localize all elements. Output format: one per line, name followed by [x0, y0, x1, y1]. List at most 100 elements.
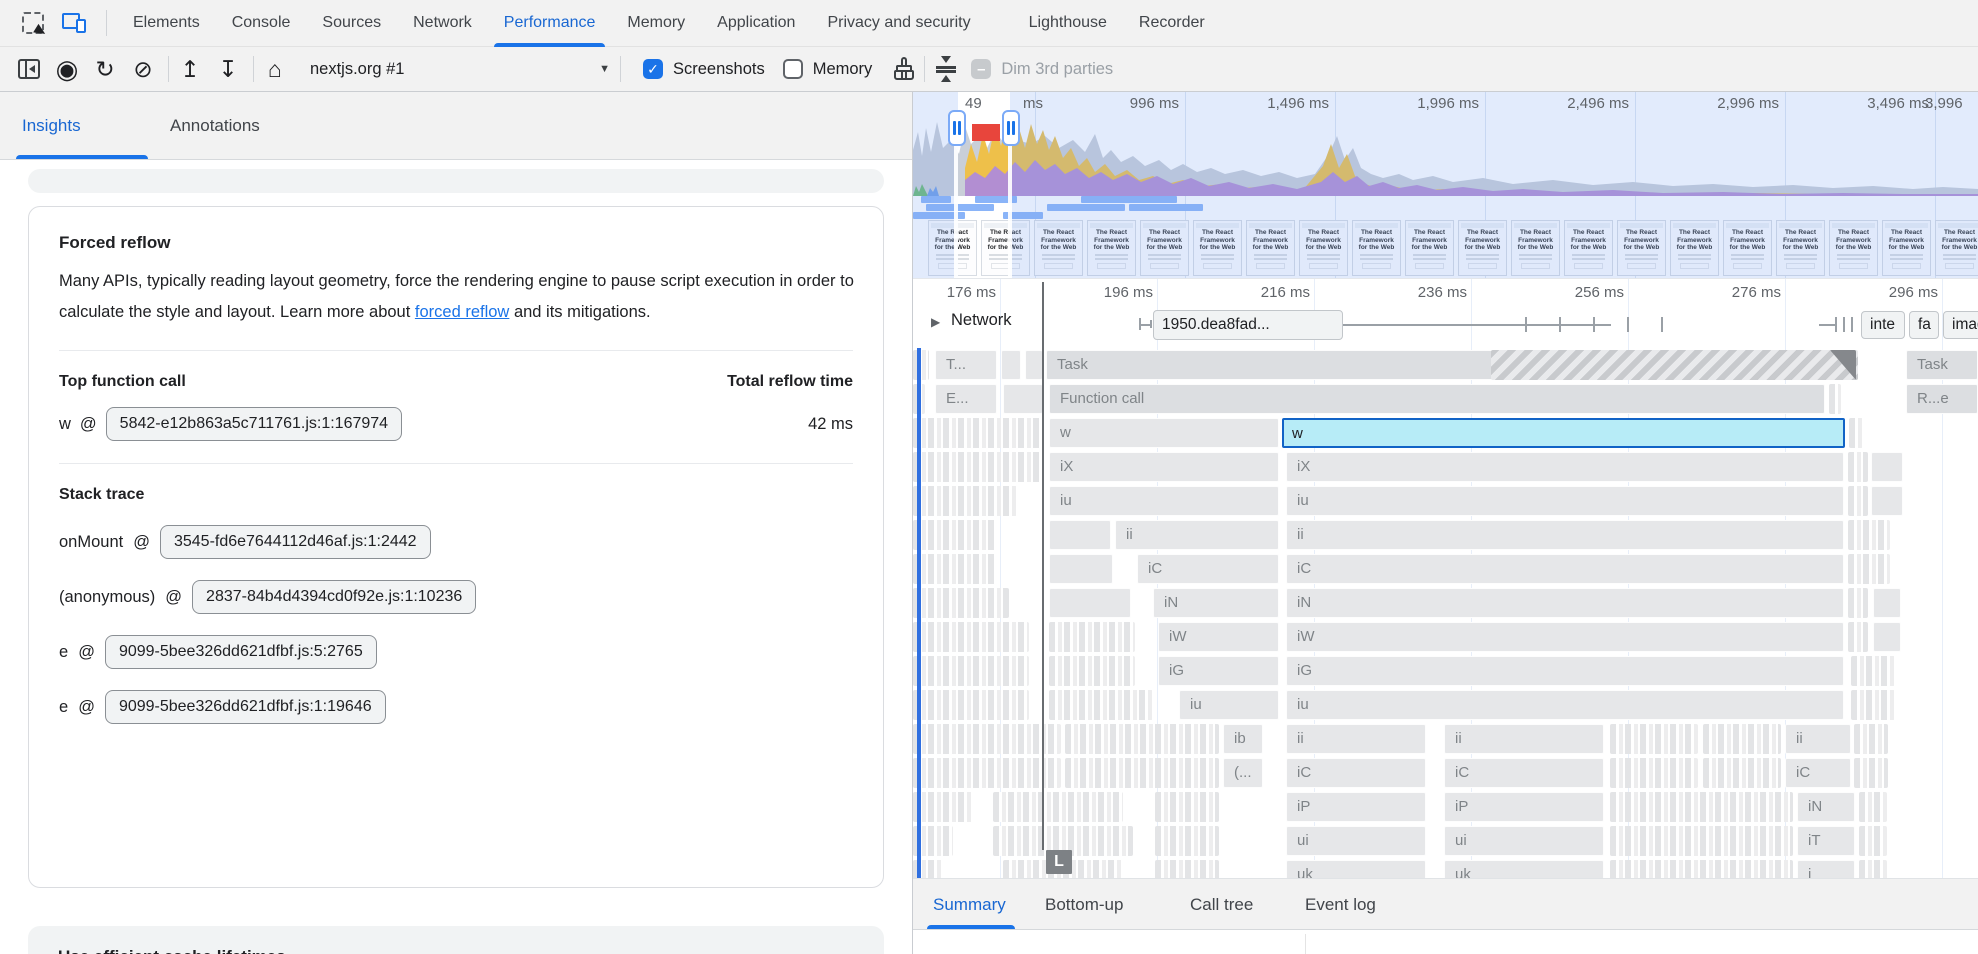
flame-block[interactable]: w: [1049, 418, 1279, 448]
tab-performance[interactable]: Performance: [488, 0, 612, 47]
flame-block[interactable]: [1871, 452, 1903, 482]
flame-block[interactable]: (...: [1223, 758, 1263, 788]
flame-block[interactable]: [1001, 350, 1021, 380]
live-metrics-home-button[interactable]: ⌂: [258, 52, 292, 86]
tab-application[interactable]: Application: [701, 0, 811, 47]
load-event-marker[interactable]: L: [1046, 850, 1072, 874]
tab-elements[interactable]: Elements: [117, 0, 216, 47]
flame-block[interactable]: iP: [1286, 792, 1426, 822]
network-request-chip[interactable]: inte: [1861, 311, 1905, 339]
flame-block[interactable]: iC: [1444, 758, 1604, 788]
source-location-link[interactable]: 9099-5bee326dd621dfbf.js:5:2765: [105, 635, 377, 669]
flame-block[interactable]: iX: [1049, 452, 1279, 482]
insight-card-partial[interactable]: [28, 169, 884, 193]
flame-block[interactable]: ui: [1286, 826, 1426, 856]
network-request-chip[interactable]: fa: [1909, 311, 1939, 339]
upload-profile-button[interactable]: ↥: [173, 52, 207, 86]
disclosure-triangle-icon[interactable]: ▶: [931, 315, 940, 329]
flame-block[interactable]: [1873, 622, 1901, 652]
flame-block[interactable]: [1049, 554, 1113, 584]
flame-block[interactable]: ii: [1444, 724, 1604, 754]
flame-block[interactable]: iP: [1444, 792, 1604, 822]
cache-lifetimes-card[interactable]: Use efficient cache lifetimes: [28, 926, 884, 954]
profile-select[interactable]: nextjs.org #1 ▼: [310, 60, 610, 79]
tab-lighthouse[interactable]: Lighthouse: [1013, 0, 1123, 47]
tab-privacy-and-security[interactable]: Privacy and security: [811, 0, 986, 47]
flame-block[interactable]: iC: [1286, 554, 1844, 584]
flame-block[interactable]: T...: [935, 350, 997, 380]
network-track[interactable]: ▶ Network 1950.dea8fad... inte fa image: [913, 308, 1978, 342]
flame-block[interactable]: Task: [1906, 350, 1978, 380]
network-request-chip[interactable]: image: [1943, 311, 1978, 339]
download-profile-button[interactable]: ↧: [211, 52, 245, 86]
flame-block[interactable]: ii: [1286, 520, 1844, 550]
flame-block[interactable]: iG: [1158, 656, 1279, 686]
network-request-chip[interactable]: 1950.dea8fad...: [1153, 310, 1343, 340]
flame-block[interactable]: R...e: [1906, 384, 1978, 414]
shrink-rows-icon[interactable]: [935, 56, 957, 82]
flame-block[interactable]: iX: [1286, 452, 1844, 482]
tab-console[interactable]: Console: [216, 0, 307, 47]
tab-event-log[interactable]: Event log: [1305, 879, 1376, 931]
memory-checkbox[interactable]: Memory: [783, 59, 873, 79]
flame-block[interactable]: E...: [935, 384, 997, 414]
flame-block[interactable]: [1049, 520, 1111, 550]
flame-chart[interactable]: T...TaskTaskE...Function callR...ewwiXiX…: [913, 348, 1978, 878]
flame-block[interactable]: iu: [1049, 486, 1279, 516]
clear-button[interactable]: ⊘: [126, 52, 160, 86]
flame-block[interactable]: ui: [1444, 826, 1604, 856]
flame-block[interactable]: iu: [1286, 690, 1844, 720]
source-location-link[interactable]: 2837-84b4d4394cd0f92e.js:1:10236: [192, 580, 476, 614]
tab-summary[interactable]: Summary: [933, 879, 1006, 931]
flame-block[interactable]: ii: [1785, 724, 1851, 754]
tab-recorder[interactable]: Recorder: [1123, 0, 1221, 47]
collect-garbage-icon[interactable]: [892, 57, 916, 81]
tab-sources[interactable]: Sources: [306, 0, 397, 47]
flame-block[interactable]: iT: [1797, 826, 1855, 856]
flame-block-selected[interactable]: w: [1282, 418, 1845, 448]
forced-reflow-link[interactable]: forced reflow: [415, 303, 509, 321]
flame-block[interactable]: iW: [1286, 622, 1844, 652]
inspect-element-icon[interactable]: [22, 12, 44, 34]
flame-block[interactable]: iN: [1286, 588, 1844, 618]
flame-block[interactable]: [1003, 384, 1043, 414]
record-button[interactable]: ◉: [50, 52, 84, 86]
tab-memory[interactable]: Memory: [611, 0, 701, 47]
source-location-link[interactable]: 5842-e12b863a5c711761.js:1:167974: [106, 407, 402, 441]
flame-block[interactable]: ib: [1223, 724, 1263, 754]
selection-handle-right[interactable]: [1002, 110, 1020, 146]
flame-block[interactable]: [1873, 588, 1901, 618]
flame-block[interactable]: i: [1797, 860, 1855, 878]
source-location-link[interactable]: 3545-fd6e7644112d46af.js:1:2442: [160, 525, 431, 559]
flame-block[interactable]: iC: [1137, 554, 1279, 584]
tab-call-tree[interactable]: Call tree: [1190, 879, 1253, 931]
flame-block-hatched[interactable]: [1491, 350, 1858, 380]
flame-block[interactable]: uk: [1286, 860, 1426, 878]
tab-insights[interactable]: Insights: [22, 92, 81, 160]
flame-block[interactable]: iu: [1286, 486, 1844, 516]
flame-block[interactable]: uk: [1444, 860, 1604, 878]
flame-block[interactable]: ii: [1115, 520, 1279, 550]
selection-handle-left[interactable]: [948, 110, 966, 146]
flame-block[interactable]: iN: [1153, 588, 1279, 618]
flame-block[interactable]: iG: [1286, 656, 1844, 686]
flame-block[interactable]: ii: [1286, 724, 1426, 754]
flame-block[interactable]: iC: [1286, 758, 1426, 788]
flame-block[interactable]: iW: [1158, 622, 1279, 652]
toggle-sidebar-button[interactable]: [12, 52, 46, 86]
reload-and-record-button[interactable]: ↻: [88, 52, 122, 86]
flame-block[interactable]: iu: [1179, 690, 1279, 720]
dim-3rd-parties-checkbox[interactable]: – Dim 3rd parties: [971, 59, 1113, 79]
tab-annotations[interactable]: Annotations: [170, 92, 260, 160]
source-location-link[interactable]: 9099-5bee326dd621dfbf.js:1:19646: [105, 690, 386, 724]
flame-block[interactable]: [1871, 486, 1903, 516]
device-toolbar-icon[interactable]: [62, 13, 86, 33]
tab-bottom-up[interactable]: Bottom-up: [1045, 879, 1123, 931]
screenshots-checkbox[interactable]: ✓ Screenshots: [643, 59, 765, 79]
flame-block[interactable]: Function call: [1049, 384, 1825, 414]
flame-block[interactable]: [1025, 350, 1043, 380]
flame-block[interactable]: iN: [1797, 792, 1855, 822]
flame-block[interactable]: iC: [1785, 758, 1851, 788]
tab-network[interactable]: Network: [397, 0, 488, 47]
flame-block[interactable]: [1049, 588, 1131, 618]
